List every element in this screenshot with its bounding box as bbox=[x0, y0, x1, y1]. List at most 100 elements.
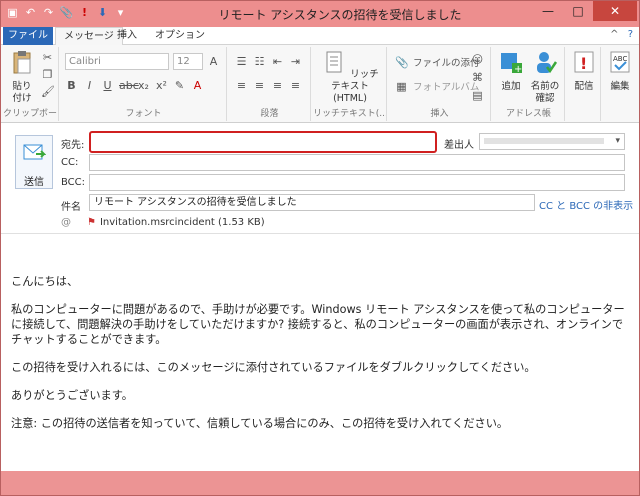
decrease-indent-icon[interactable]: ⇤ bbox=[271, 55, 284, 68]
cc-input[interactable] bbox=[89, 154, 625, 171]
font-name-select[interactable]: Calibri bbox=[65, 53, 169, 70]
paste-label: 貼り付け bbox=[12, 81, 32, 104]
hide-cc-bcc-link[interactable]: CC と BCC の非表示 bbox=[539, 197, 633, 212]
bold-icon[interactable]: B bbox=[65, 79, 78, 92]
tab-insert[interactable]: 挿入 bbox=[109, 27, 145, 45]
richtext-button[interactable]: リッチテキスト (HTML) bbox=[317, 49, 383, 105]
format-painter-icon[interactable]: 🖌 bbox=[41, 85, 55, 98]
body-paragraph-1: 私のコンピューターに問題があるので、手助けが必要です。Windows リモート … bbox=[11, 303, 625, 346]
address-group-label: アドレス帳 bbox=[505, 109, 551, 119]
justify-icon[interactable]: ≡ bbox=[289, 79, 302, 92]
priority-icon[interactable]: ! bbox=[77, 5, 92, 20]
bullets-icon[interactable]: ☰ bbox=[235, 55, 248, 68]
highlight-icon[interactable]: ✎ bbox=[173, 79, 186, 92]
copy-icon[interactable]: ❐ bbox=[41, 68, 54, 81]
paste-button[interactable]: 貼り付け bbox=[9, 49, 35, 105]
bcc-label: BCC: bbox=[61, 177, 86, 188]
tab-file[interactable]: ファイル bbox=[3, 27, 53, 45]
subject-input[interactable]: リモート アシスタンスの招待を受信しました bbox=[89, 194, 535, 211]
from-account bbox=[484, 137, 604, 144]
font-group-label: フォント bbox=[125, 109, 162, 119]
check-names-button[interactable]: 名前の確認 bbox=[527, 49, 563, 105]
ribbon: 貼り付け ✂ ❐ 🖌 クリップボード Calibri 12 A B I U ab… bbox=[1, 45, 639, 123]
send-button[interactable]: 送信 bbox=[15, 135, 53, 189]
numbering-icon[interactable]: ☷ bbox=[253, 55, 266, 68]
richtext-group-label: リッチテキスト(... bbox=[313, 109, 386, 119]
clipboard-group-label: クリップボード bbox=[3, 109, 58, 119]
compose-window: ▣ ↶ ↷ 📎 ! ⬇ ▾ リモート アシスタンスの招待を受信しました — □ … bbox=[0, 0, 640, 496]
increase-indent-icon[interactable]: ⇥ bbox=[289, 55, 302, 68]
spelling-icon: ABC bbox=[610, 51, 630, 73]
send-icon bbox=[23, 144, 47, 160]
attachment-name[interactable]: Invitation.msrcincident (1.53 KB) bbox=[100, 217, 265, 228]
superscript-icon[interactable]: x² bbox=[155, 79, 168, 92]
attachment-icon: ⚑ bbox=[87, 217, 96, 228]
ribbon-tabs: ファイル メッセージ 挿入 オプション ^ ? bbox=[1, 27, 639, 46]
compose-header: 送信 宛先: 差出人 ▾ CC: BCC: 件名 リモート アシスタンスの招待を… bbox=[1, 123, 639, 233]
arrow-down-icon[interactable]: ⬇ bbox=[95, 5, 110, 20]
attach-file-button[interactable]: 📎 ファイルの添付 bbox=[395, 55, 480, 70]
align-left-icon[interactable]: ≡ bbox=[235, 79, 248, 92]
minimize-button[interactable]: — bbox=[533, 1, 563, 21]
emoticon-icon[interactable]: ☺ bbox=[471, 53, 484, 66]
group-richtext: リッチテキスト (HTML) リッチテキスト(... bbox=[313, 47, 387, 121]
font-size-select[interactable]: 12 bbox=[173, 53, 203, 70]
bcc-input[interactable] bbox=[89, 174, 625, 191]
photo-album-label: フォトアルバム bbox=[413, 82, 480, 93]
subject-label: 件名 bbox=[61, 202, 81, 213]
send-label: 送信 bbox=[24, 177, 44, 188]
body-paragraph-4: 注意: この招待の送信者を知っていて、信頼している場合にのみ、この招待を受け入れ… bbox=[11, 417, 509, 430]
add-contact-icon: + bbox=[501, 53, 522, 75]
message-body[interactable]: こんにちは、 私のコンピューターに問題があるので、手助けが必要です。Window… bbox=[1, 233, 639, 471]
photo-album-button[interactable]: ▦ フォトアルバム bbox=[395, 79, 480, 94]
delivery-button[interactable]: ! 配信 bbox=[569, 49, 599, 93]
from-select[interactable]: ▾ bbox=[479, 133, 625, 150]
underline-icon[interactable]: U bbox=[101, 79, 114, 92]
add-label: 追加 bbox=[501, 81, 521, 92]
tab-options[interactable]: オプション bbox=[147, 27, 213, 45]
group-insert: 📎 ファイルの添付 ▦ フォトアルバム ☺ ⌘ ▤ 挿入 bbox=[389, 47, 491, 121]
insert-group-label: 挿入 bbox=[430, 109, 449, 119]
add-contact-button[interactable]: + 追加 bbox=[497, 49, 525, 93]
group-font: Calibri 12 A B I U abc x₂ x² ✎ A フォント bbox=[61, 47, 227, 121]
svg-text:!: ! bbox=[580, 54, 587, 73]
cut-icon[interactable]: ✂ bbox=[41, 51, 54, 64]
window-title: リモート アシスタンスの招待を受信しました bbox=[218, 8, 462, 22]
customize-qat-icon[interactable]: ▾ bbox=[113, 5, 128, 20]
help-icon[interactable]: ? bbox=[628, 29, 633, 40]
group-address: + 追加 名前の確認 アドレス帳 bbox=[493, 47, 565, 121]
from-label: 差出人 bbox=[444, 140, 474, 151]
chevron-down-icon: ▾ bbox=[615, 136, 620, 146]
ribbon-help: ^ ? bbox=[610, 29, 633, 40]
check-names-label: 名前の確認 bbox=[530, 81, 560, 104]
edit-label: 編集 bbox=[610, 81, 630, 92]
edit-button[interactable]: ABC 編集 bbox=[605, 49, 635, 93]
group-paragraph: ☰ ☷ ⇤ ⇥ ≡ ≡ ≡ ≡ 段落 bbox=[229, 47, 311, 121]
clipboard-icon bbox=[13, 51, 31, 74]
close-button[interactable]: ✕ bbox=[593, 1, 637, 21]
exclamation-icon: ! bbox=[574, 51, 594, 73]
subscript-icon[interactable]: x₂ bbox=[137, 79, 150, 92]
rich-text-icon bbox=[326, 51, 342, 73]
redo-icon[interactable]: ↷ bbox=[41, 5, 56, 20]
collapse-ribbon-icon[interactable]: ^ bbox=[610, 29, 618, 40]
svg-text:+: + bbox=[514, 64, 522, 75]
hyperlink-icon[interactable]: ⌘ bbox=[471, 71, 484, 84]
paragraph-group-label: 段落 bbox=[260, 109, 279, 119]
group-delivery: ! 配信 bbox=[567, 47, 601, 121]
body-paragraph-3: ありがとうございます。 bbox=[11, 389, 133, 402]
align-right-icon[interactable]: ≡ bbox=[271, 79, 284, 92]
font-color-icon[interactable]: A bbox=[191, 79, 204, 92]
strikethrough-icon[interactable]: abc bbox=[119, 79, 139, 92]
save-icon[interactable]: ▣ bbox=[5, 5, 20, 20]
quick-access-toolbar: ▣ ↶ ↷ 📎 ! ⬇ ▾ bbox=[5, 5, 128, 20]
attach-icon[interactable]: 📎 bbox=[59, 5, 74, 20]
picture-icon[interactable]: ▤ bbox=[471, 89, 484, 102]
to-input[interactable] bbox=[89, 131, 437, 153]
undo-icon[interactable]: ↶ bbox=[23, 5, 38, 20]
align-center-icon[interactable]: ≡ bbox=[253, 79, 266, 92]
grow-font-icon[interactable]: A bbox=[207, 55, 220, 68]
italic-icon[interactable]: I bbox=[83, 79, 96, 92]
group-edit: ABC 編集 bbox=[603, 47, 637, 121]
maximize-button[interactable]: □ bbox=[563, 1, 593, 21]
